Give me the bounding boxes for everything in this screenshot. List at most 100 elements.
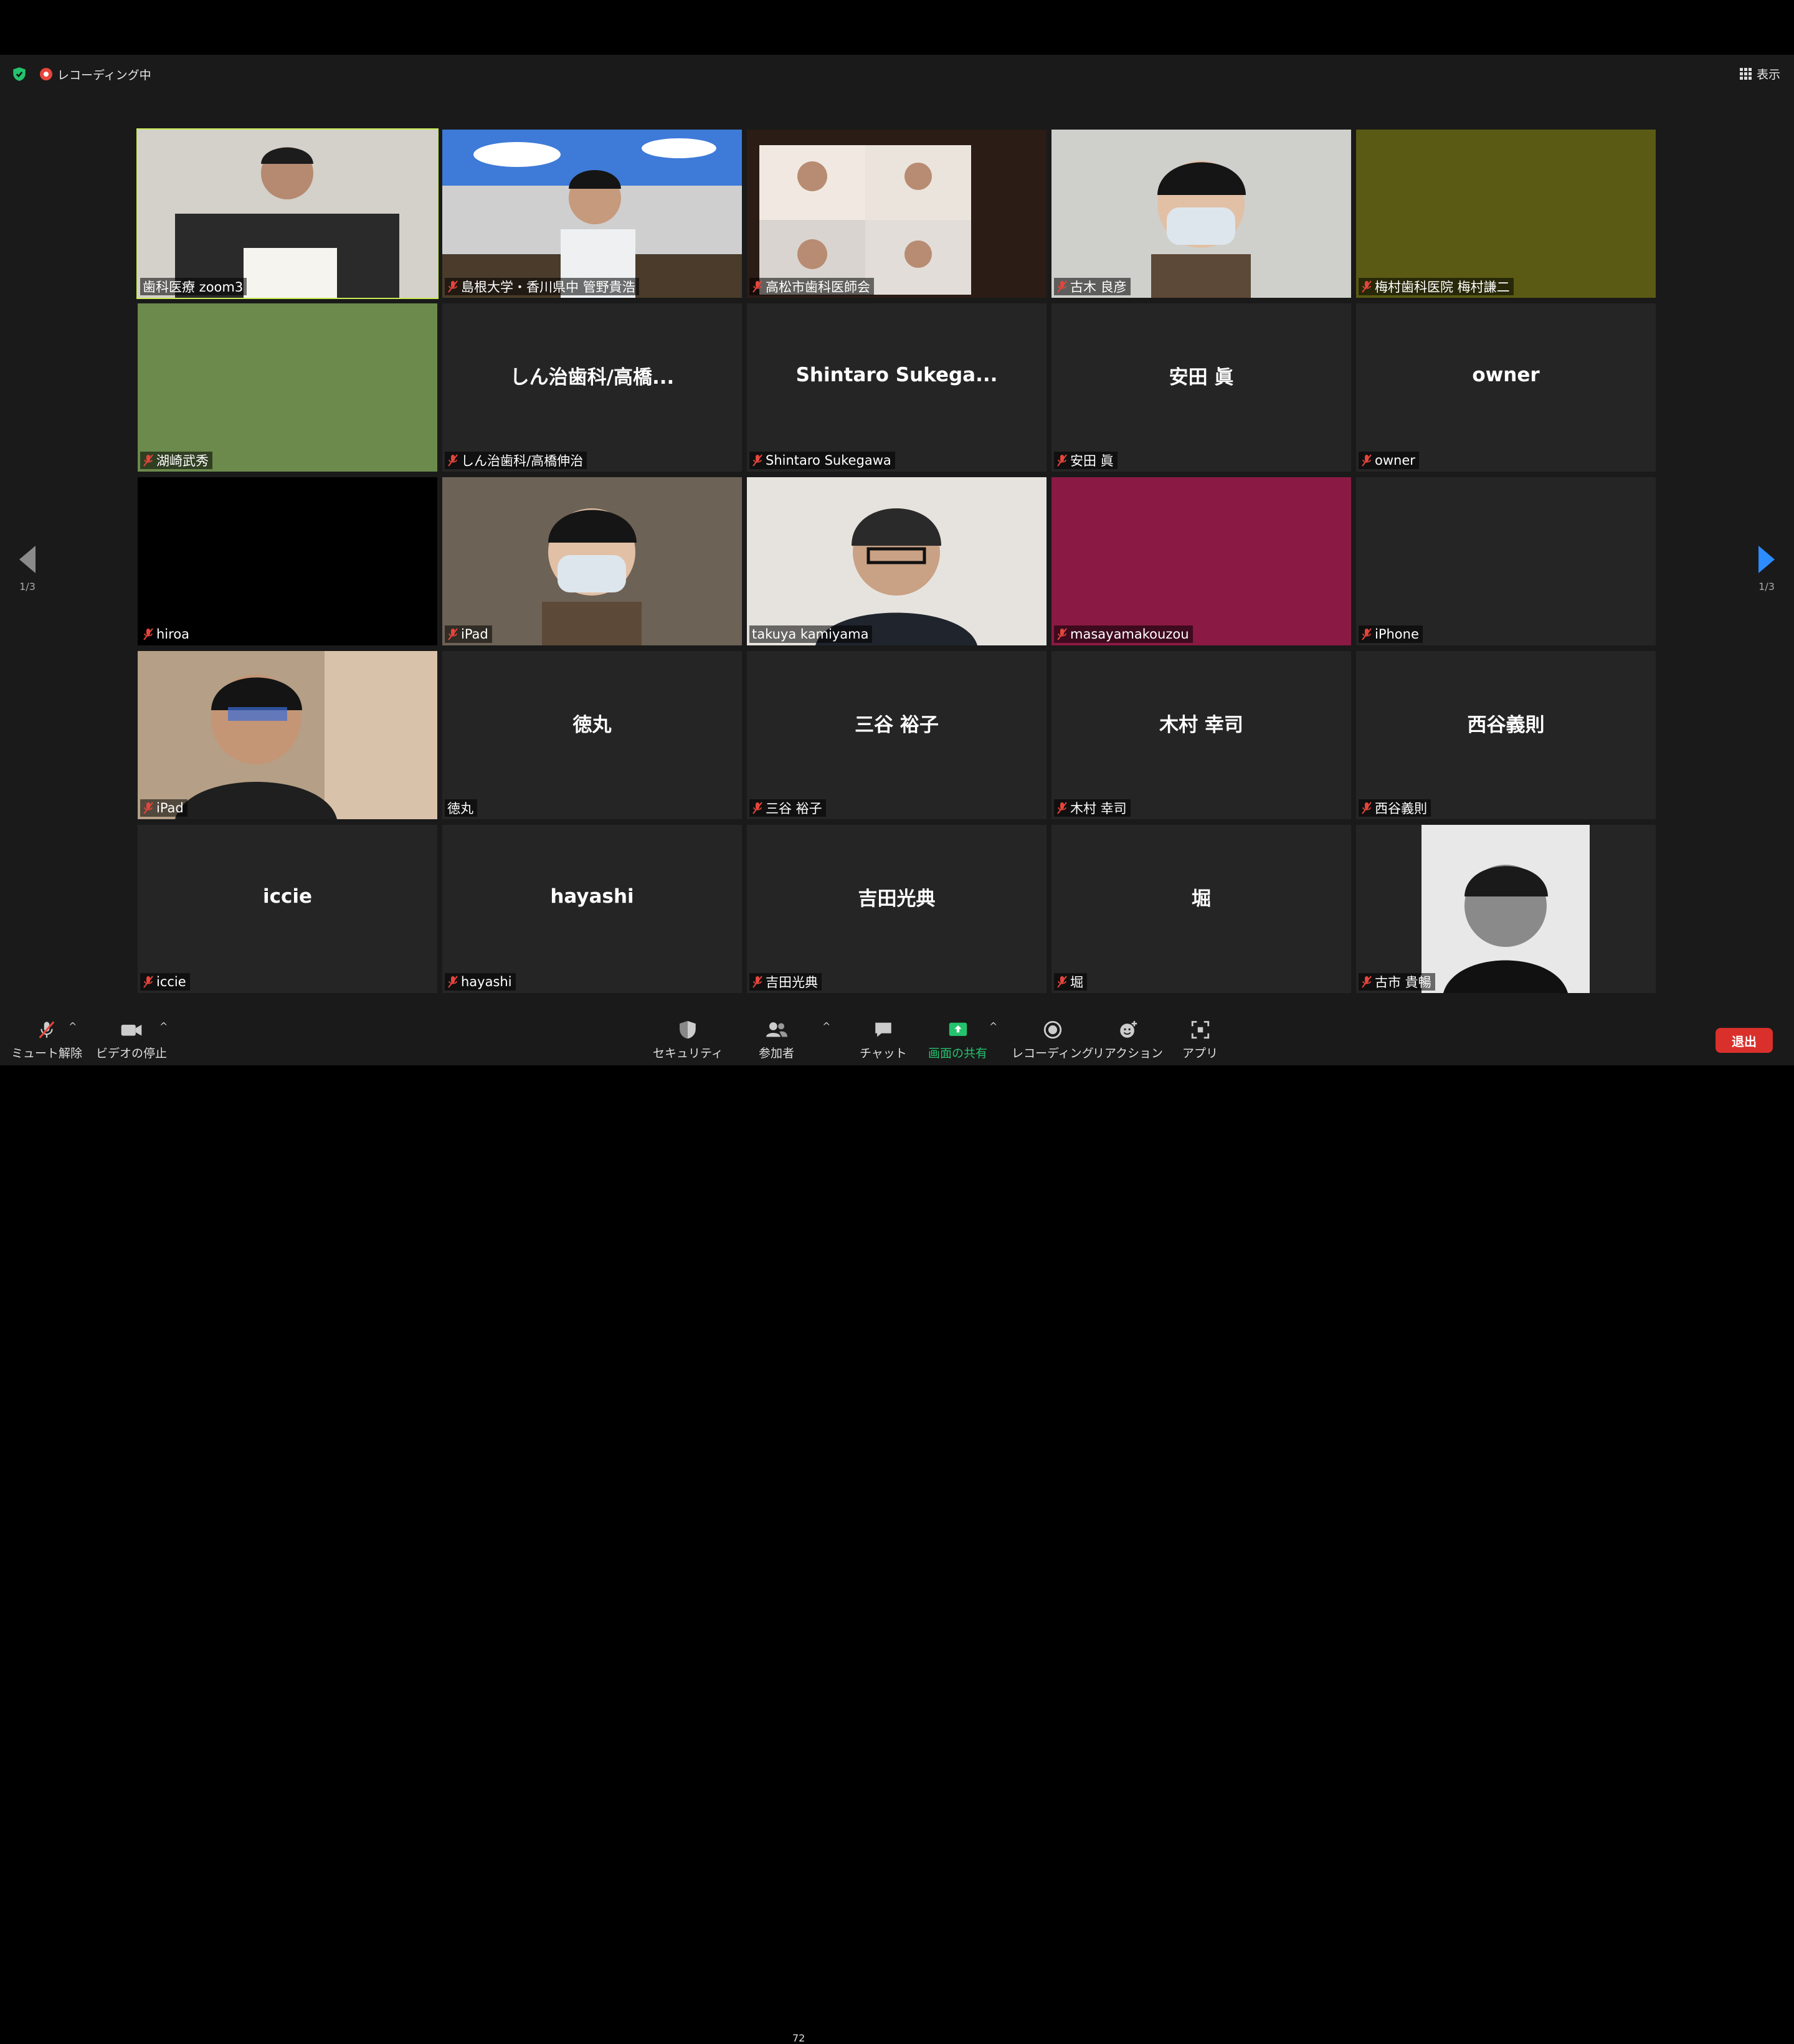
participant-name: 梅村歯科医院 梅村謙二 bbox=[1375, 280, 1510, 295]
participant-video bbox=[1356, 825, 1656, 993]
participant-name: iPad bbox=[156, 801, 184, 815]
mic-muted-icon bbox=[39, 1021, 55, 1039]
mic-muted-icon bbox=[1056, 454, 1068, 467]
participant-tile[interactable]: owner owner bbox=[1356, 303, 1656, 472]
participant-display-name: owner bbox=[1472, 364, 1540, 386]
participant-video bbox=[1051, 130, 1351, 298]
video-camera-icon bbox=[121, 1024, 142, 1036]
participant-name-label: 西谷義則 bbox=[1359, 799, 1431, 817]
participant-video bbox=[138, 130, 437, 298]
participant-name-label: iPhone bbox=[1359, 625, 1423, 643]
participant-name-label: 湖崎武秀 bbox=[140, 452, 212, 469]
participant-tile[interactable]: 堀堀 bbox=[1051, 825, 1351, 993]
mic-muted-icon bbox=[1361, 975, 1372, 989]
apps-icon bbox=[1191, 1020, 1209, 1039]
participant-tile[interactable]: 西谷義則 西谷義則 bbox=[1356, 651, 1656, 819]
participant-tile[interactable]: 高松市歯科医師会 bbox=[747, 130, 1046, 298]
participant-tile[interactable]: iccie iccie bbox=[138, 825, 437, 993]
mic-muted-icon bbox=[1361, 627, 1372, 641]
participant-tile[interactable]: 徳丸 徳丸 bbox=[442, 651, 742, 819]
participant-tile[interactable]: 安田 眞安田 眞 bbox=[1051, 303, 1351, 472]
participant-tile[interactable]: 古木 良彦 bbox=[1051, 130, 1351, 298]
participant-display-name: hayashi bbox=[550, 885, 634, 908]
security-button[interactable]: セキュリティ bbox=[653, 1019, 723, 1061]
participant-name-label: しん治歯科/高橋伸治 bbox=[445, 452, 587, 469]
chat-bubble-icon bbox=[875, 1022, 891, 1037]
participant-tile[interactable]: masayamakouzou bbox=[1051, 477, 1351, 645]
participant-tile[interactable]: 三谷 裕子 三谷 裕子 bbox=[747, 651, 1046, 819]
apps-button[interactable]: アプリ bbox=[1182, 1019, 1218, 1061]
mic-muted-icon bbox=[447, 627, 458, 641]
participant-name-label: hiroa bbox=[140, 625, 194, 643]
reactions-button[interactable]: リアクション bbox=[1093, 1019, 1163, 1061]
participant-name-label: owner bbox=[1359, 452, 1419, 469]
participant-name: 島根大学・香川県中 管野貴浩 bbox=[461, 280, 635, 295]
chat-label: チャット bbox=[860, 1047, 907, 1060]
participant-tile[interactable]: iPhone bbox=[1356, 477, 1656, 645]
record-icon bbox=[1043, 1020, 1061, 1039]
participant-tile[interactable]: 吉田光典 吉田光典 bbox=[747, 825, 1046, 993]
share-screen-icon bbox=[949, 1022, 967, 1036]
participant-name: masayamakouzou bbox=[1070, 627, 1189, 642]
reactions-label: リアクション bbox=[1093, 1047, 1164, 1060]
leave-meeting-button[interactable]: 退出 bbox=[1716, 1028, 1773, 1053]
participant-tile[interactable]: hiroa bbox=[138, 477, 437, 645]
participant-tile[interactable]: 島根大学・香川県中 管野貴浩 bbox=[442, 130, 742, 298]
participant-tile[interactable]: 湖崎武秀 bbox=[138, 303, 437, 472]
participant-tile[interactable]: Shintaro Sukega... Shintaro Sukegawa bbox=[747, 303, 1046, 472]
page-indicator-right: 1/3 bbox=[1758, 581, 1775, 592]
participant-name: 古市 貴暢 bbox=[1375, 975, 1431, 990]
participant-name: hayashi bbox=[461, 974, 512, 989]
participant-tile[interactable]: 歯科医療 zoom3 bbox=[136, 128, 439, 299]
participant-tile[interactable]: しん治歯科/高橋... しん治歯科/高橋伸治 bbox=[442, 303, 742, 472]
participant-video bbox=[442, 477, 742, 645]
participant-display-name: 三谷 裕子 bbox=[855, 713, 939, 736]
participant-video bbox=[138, 651, 437, 819]
participant-name: 湖崎武秀 bbox=[156, 454, 209, 468]
mic-muted-icon bbox=[1056, 280, 1068, 293]
participant-tile[interactable]: 古市 貴暢 bbox=[1356, 825, 1656, 993]
participant-display-name: 西谷義則 bbox=[1467, 713, 1545, 736]
participant-name: iccie bbox=[156, 974, 186, 989]
participant-tile[interactable]: hayashi hayashi bbox=[442, 825, 742, 993]
stop-video-button[interactable]: ビデオの停止 bbox=[96, 1019, 167, 1061]
participant-name-label: hayashi bbox=[445, 973, 516, 991]
participants-button[interactable]: 参加者 bbox=[759, 1019, 794, 1061]
mic-muted-icon bbox=[1361, 801, 1372, 815]
share-screen-label: 画面の共有 bbox=[928, 1047, 988, 1060]
share-options-caret-icon[interactable]: ^ bbox=[989, 1020, 997, 1032]
participant-name-label: 古木 良彦 bbox=[1054, 278, 1131, 295]
participant-tile[interactable]: iPad bbox=[138, 651, 437, 819]
participant-name: 古木 良彦 bbox=[1070, 280, 1127, 295]
participant-display-name: しん治歯科/高橋... bbox=[510, 366, 675, 389]
mic-muted-icon bbox=[447, 280, 458, 293]
participant-display-name: Shintaro Sukega... bbox=[795, 364, 998, 386]
mic-muted-icon bbox=[447, 975, 458, 989]
participant-name-label: iccie bbox=[140, 973, 190, 991]
previous-page-button[interactable]: 1/3 bbox=[9, 546, 46, 592]
next-page-button[interactable]: 1/3 bbox=[1748, 546, 1785, 592]
chat-button[interactable]: チャット bbox=[860, 1019, 907, 1061]
participant-name: 堀 bbox=[1070, 975, 1083, 990]
share-screen-button[interactable]: 画面の共有 bbox=[928, 1019, 987, 1061]
participant-name-label: 高松市歯科医師会 bbox=[749, 278, 874, 295]
participant-tile[interactable]: iPad bbox=[442, 477, 742, 645]
participant-name: iPad bbox=[461, 627, 488, 642]
participant-tile[interactable]: 木村 幸司 木村 幸司 bbox=[1051, 651, 1351, 819]
participants-caret-icon[interactable]: ^ bbox=[822, 1020, 830, 1032]
participant-name: 高松市歯科医師会 bbox=[766, 280, 870, 295]
participant-name-label: 安田 眞 bbox=[1054, 452, 1118, 469]
video-options-caret-icon[interactable]: ^ bbox=[159, 1020, 168, 1032]
record-button[interactable]: レコーディング bbox=[1012, 1019, 1094, 1061]
video-gallery: 歯科医療 zoom3 島根大学・香川県中 管野貴浩 高松市歯科医師会 古木 良彦 梅村歯… bbox=[0, 0, 1794, 997]
participant-video bbox=[442, 130, 742, 298]
stop-video-label: ビデオの停止 bbox=[96, 1047, 168, 1060]
participant-tile[interactable]: 梅村歯科医院 梅村謙二 bbox=[1356, 130, 1656, 298]
participant-name: しん治歯科/高橋伸治 bbox=[461, 454, 584, 468]
left-arrow-icon bbox=[19, 546, 36, 573]
participants-label: 参加者 bbox=[759, 1047, 795, 1060]
participant-tile[interactable]: takuya kamiyama bbox=[747, 477, 1046, 645]
audio-options-caret-icon[interactable]: ^ bbox=[69, 1020, 77, 1032]
participant-name: 安田 眞 bbox=[1070, 454, 1114, 468]
record-label: レコーディング bbox=[1012, 1047, 1094, 1060]
